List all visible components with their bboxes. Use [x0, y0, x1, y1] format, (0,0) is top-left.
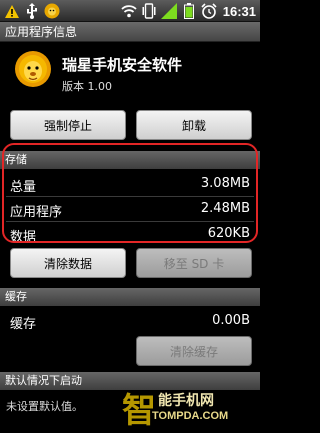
storage-row-total: 总量 3.08MB [0, 173, 260, 195]
watermark-logo-icon: 智 [122, 391, 154, 430]
storage-header: 存储 [0, 151, 260, 169]
cache-label: 缓存 [10, 317, 37, 332]
storage-total-value: 3.08MB [200, 176, 250, 191]
clear-cache-button[interactable]: 清除缓存 [136, 336, 252, 366]
lion-icon [14, 50, 52, 88]
storage-application-value: 2.48MB [200, 201, 250, 216]
alarm-icon [201, 3, 217, 19]
warning-icon [4, 3, 20, 19]
watermark: 智 能手机网 TOMPDA.COM [120, 386, 260, 433]
status-time: 16:31 [222, 3, 256, 19]
lion-app-icon [44, 3, 60, 19]
move-to-sd-button[interactable]: 移至 SD 卡 [136, 248, 252, 278]
watermark-url: TOMPDA.COM [152, 410, 229, 422]
cache-value: 0.00B [212, 313, 250, 328]
battery-icon [181, 3, 197, 19]
cache-header: 缓存 [0, 288, 260, 306]
storage-row-application: 应用程序 2.48MB [0, 198, 260, 220]
uninstall-button[interactable]: 卸载 [136, 110, 252, 140]
app-version: 版本 1.00 [62, 80, 112, 93]
app-header: 瑞星手机安全软件 版本 1.00 [0, 42, 260, 102]
vibrate-icon [141, 3, 157, 19]
watermark-text: 能手机网 [158, 393, 214, 409]
defaults-text: 未设置默认值。 [6, 400, 83, 413]
page-title: 应用程序信息 [0, 22, 260, 42]
storage-data-value: 620KB [207, 226, 250, 241]
status-bar: 16:31 [0, 0, 260, 22]
signal-icon [160, 3, 177, 19]
storage-data-label: 数据 [10, 230, 37, 245]
storage-row-data: 数据 620KB [0, 223, 260, 245]
clear-data-button[interactable]: 清除数据 [10, 248, 126, 278]
storage-total-label: 总量 [10, 180, 37, 195]
svg-text:智: 智 [122, 391, 154, 430]
wifi-icon [121, 3, 137, 19]
divider [6, 196, 254, 197]
divider [6, 221, 254, 222]
storage-application-label: 应用程序 [10, 205, 63, 220]
usb-icon [24, 3, 40, 19]
force-stop-button[interactable]: 强制停止 [10, 110, 126, 140]
status-bar-system: 16:31 [121, 2, 256, 20]
app-name: 瑞星手机安全软件 [62, 56, 183, 74]
status-bar-notifications [4, 2, 60, 20]
cache-row: 缓存 0.00B [0, 310, 260, 332]
